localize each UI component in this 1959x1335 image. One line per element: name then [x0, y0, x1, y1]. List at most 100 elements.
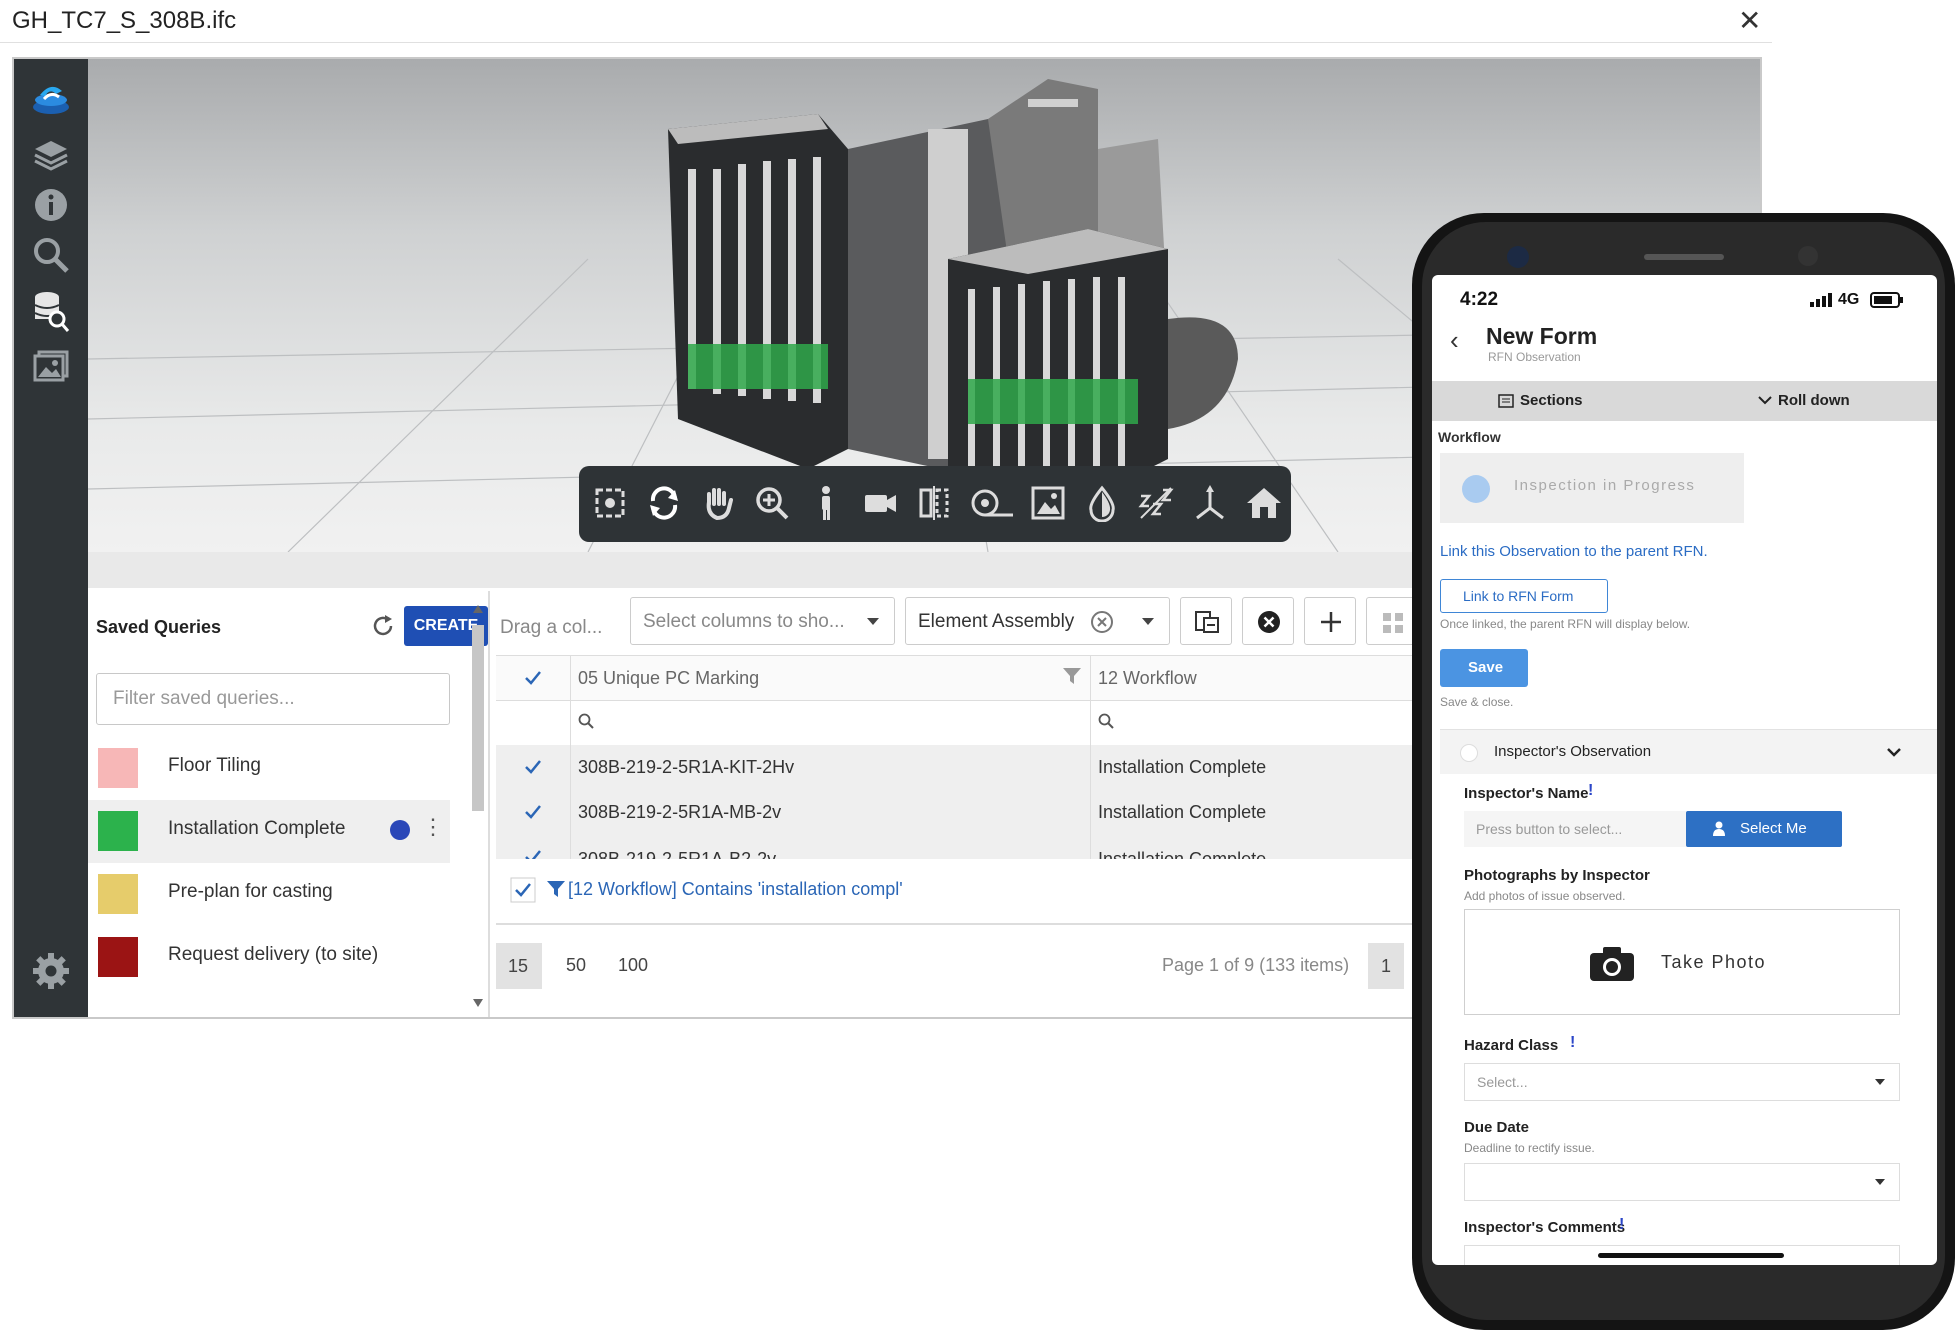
- more-options-icon[interactable]: ⋮: [422, 814, 444, 840]
- grid-icon: [1383, 613, 1403, 633]
- info-icon[interactable]: [31, 185, 71, 225]
- sections-button[interactable]: Sections: [1520, 392, 1583, 409]
- link-rfn-button[interactable]: Link to RFN Form: [1440, 579, 1608, 613]
- battery-icon: [1870, 292, 1903, 308]
- due-date-select[interactable]: [1464, 1163, 1900, 1201]
- query-color-swatch: [98, 874, 138, 914]
- current-page-button[interactable]: 1: [1368, 943, 1404, 989]
- add-button[interactable]: [1304, 597, 1356, 645]
- query-item-pre-plan[interactable]: Pre-plan for casting: [88, 863, 450, 926]
- header-workflow[interactable]: 12 Workflow: [1098, 668, 1197, 689]
- plus-icon: [1321, 612, 1341, 632]
- clear-icon[interactable]: [1090, 610, 1114, 634]
- page-size-100[interactable]: 100: [618, 955, 648, 976]
- filter-expression[interactable]: [12 Workflow] Contains 'installation com…: [568, 879, 903, 900]
- filter-icon[interactable]: [1062, 666, 1082, 686]
- axis-icon[interactable]: [1191, 484, 1229, 522]
- section-title: Inspector's Observation: [1494, 743, 1652, 760]
- hazard-class-placeholder: Select...: [1477, 1074, 1528, 1090]
- sleep-icon[interactable]: [1137, 484, 1175, 522]
- chevron-down-icon: [1142, 618, 1154, 625]
- signal-icon: [1810, 293, 1832, 307]
- roll-down-button[interactable]: Roll down: [1778, 392, 1850, 409]
- back-icon[interactable]: ‹: [1450, 325, 1459, 356]
- columns-select[interactable]: Select columns to sho...: [630, 597, 895, 645]
- fit-view-icon[interactable]: [591, 484, 629, 522]
- zoom-icon[interactable]: [753, 484, 791, 522]
- chevron-down-icon[interactable]: [1886, 746, 1902, 758]
- workflow-label: Workflow: [1438, 429, 1501, 445]
- orbit-icon[interactable]: [645, 484, 683, 522]
- scroll-down-icon[interactable]: [473, 999, 483, 1007]
- filter-enabled-checkbox[interactable]: [510, 877, 536, 903]
- close-icon[interactable]: ✕: [1738, 4, 1761, 37]
- color-icon[interactable]: [1083, 484, 1121, 522]
- save-label: Save: [1468, 659, 1504, 676]
- active-indicator: [390, 820, 410, 840]
- hazard-class-select[interactable]: Select...: [1464, 1063, 1900, 1101]
- save-note: Save & close.: [1440, 695, 1514, 709]
- row-checkbox[interactable]: [524, 803, 542, 821]
- filter-queries-input[interactable]: [96, 673, 450, 725]
- network-type: 4G: [1838, 291, 1860, 308]
- window-titlebar: GH_TC7_S_308B.ifc ✕: [0, 0, 1772, 43]
- chevron-down-icon: [1758, 396, 1772, 405]
- chevron-down-icon: [1875, 1079, 1885, 1085]
- save-button[interactable]: Save: [1440, 649, 1528, 687]
- sensor: [1798, 246, 1818, 266]
- export-button[interactable]: [1180, 597, 1232, 645]
- clear-filter-button[interactable]: [1242, 597, 1294, 645]
- database-search-icon[interactable]: [31, 289, 71, 335]
- walk-icon[interactable]: [807, 484, 845, 522]
- search-icon[interactable]: [1098, 713, 1114, 729]
- inspector-name-field[interactable]: Press button to select...: [1464, 811, 1686, 847]
- required-mark: !: [1588, 782, 1594, 799]
- header-unique-pc-marking[interactable]: 05 Unique PC Marking: [578, 668, 759, 689]
- search-icon[interactable]: [578, 713, 594, 729]
- search-icon[interactable]: [31, 235, 71, 275]
- gallery-icon[interactable]: [31, 346, 71, 386]
- assembly-select[interactable]: Element Assembly: [905, 597, 1170, 645]
- workflow-status: Inspection in Progress: [1514, 477, 1696, 494]
- query-color-swatch: [98, 811, 138, 851]
- page-size-50[interactable]: 50: [566, 955, 586, 976]
- pan-icon[interactable]: [699, 484, 737, 522]
- link-note: Once linked, the parent RFN will display…: [1440, 617, 1691, 631]
- row-checkbox[interactable]: [524, 758, 542, 776]
- camera-icon[interactable]: [861, 484, 899, 522]
- sections-bar: Sections Roll down: [1432, 381, 1937, 421]
- list-icon: [1498, 394, 1514, 408]
- scroll-thumb[interactable]: [472, 625, 484, 811]
- columns-select-placeholder: Select columns to sho...: [643, 611, 845, 632]
- cell-workflow: Installation Complete: [1098, 802, 1267, 822]
- query-item-request-delivery[interactable]: Request delivery (to site): [88, 926, 450, 989]
- grid-view-button[interactable]: [1366, 597, 1418, 645]
- take-photo-button[interactable]: Take Photo: [1464, 909, 1900, 1015]
- measure-icon[interactable]: [969, 484, 1015, 522]
- section-header[interactable]: Inspector's Observation: [1440, 729, 1937, 774]
- group-drop-zone[interactable]: Drag a col...: [500, 617, 602, 639]
- page-size-15[interactable]: 15: [496, 943, 542, 989]
- earpiece: [1644, 254, 1724, 260]
- select-me-button[interactable]: Select Me: [1686, 811, 1842, 847]
- due-date-hint: Deadline to rectify issue.: [1464, 1141, 1595, 1155]
- layers-icon[interactable]: [31, 135, 71, 175]
- queries-scrollbar[interactable]: [470, 601, 484, 1011]
- inspector-name-label: Inspector's Name: [1464, 785, 1589, 802]
- snapshot-icon[interactable]: [1029, 484, 1067, 522]
- section-icon[interactable]: [915, 484, 953, 522]
- gear-icon[interactable]: [31, 951, 71, 991]
- inspector-name-placeholder: Press button to select...: [1476, 821, 1623, 837]
- scroll-up-icon[interactable]: [473, 605, 483, 613]
- select-all-checkbox[interactable]: [524, 669, 542, 687]
- required-mark: !: [1570, 1034, 1576, 1051]
- home-icon[interactable]: [1245, 484, 1283, 522]
- viewer-toolbar: [579, 466, 1291, 542]
- refresh-icon[interactable]: [370, 613, 396, 639]
- select-me-label: Select Me: [1740, 820, 1807, 837]
- query-item-installation-complete[interactable]: Installation Complete ⋮: [88, 800, 450, 863]
- required-mark: !: [1619, 1216, 1625, 1233]
- logo-icon[interactable]: [28, 77, 74, 123]
- query-item-floor-tiling[interactable]: Floor Tiling: [88, 737, 450, 800]
- workflow-status-button[interactable]: Inspection in Progress: [1440, 453, 1744, 523]
